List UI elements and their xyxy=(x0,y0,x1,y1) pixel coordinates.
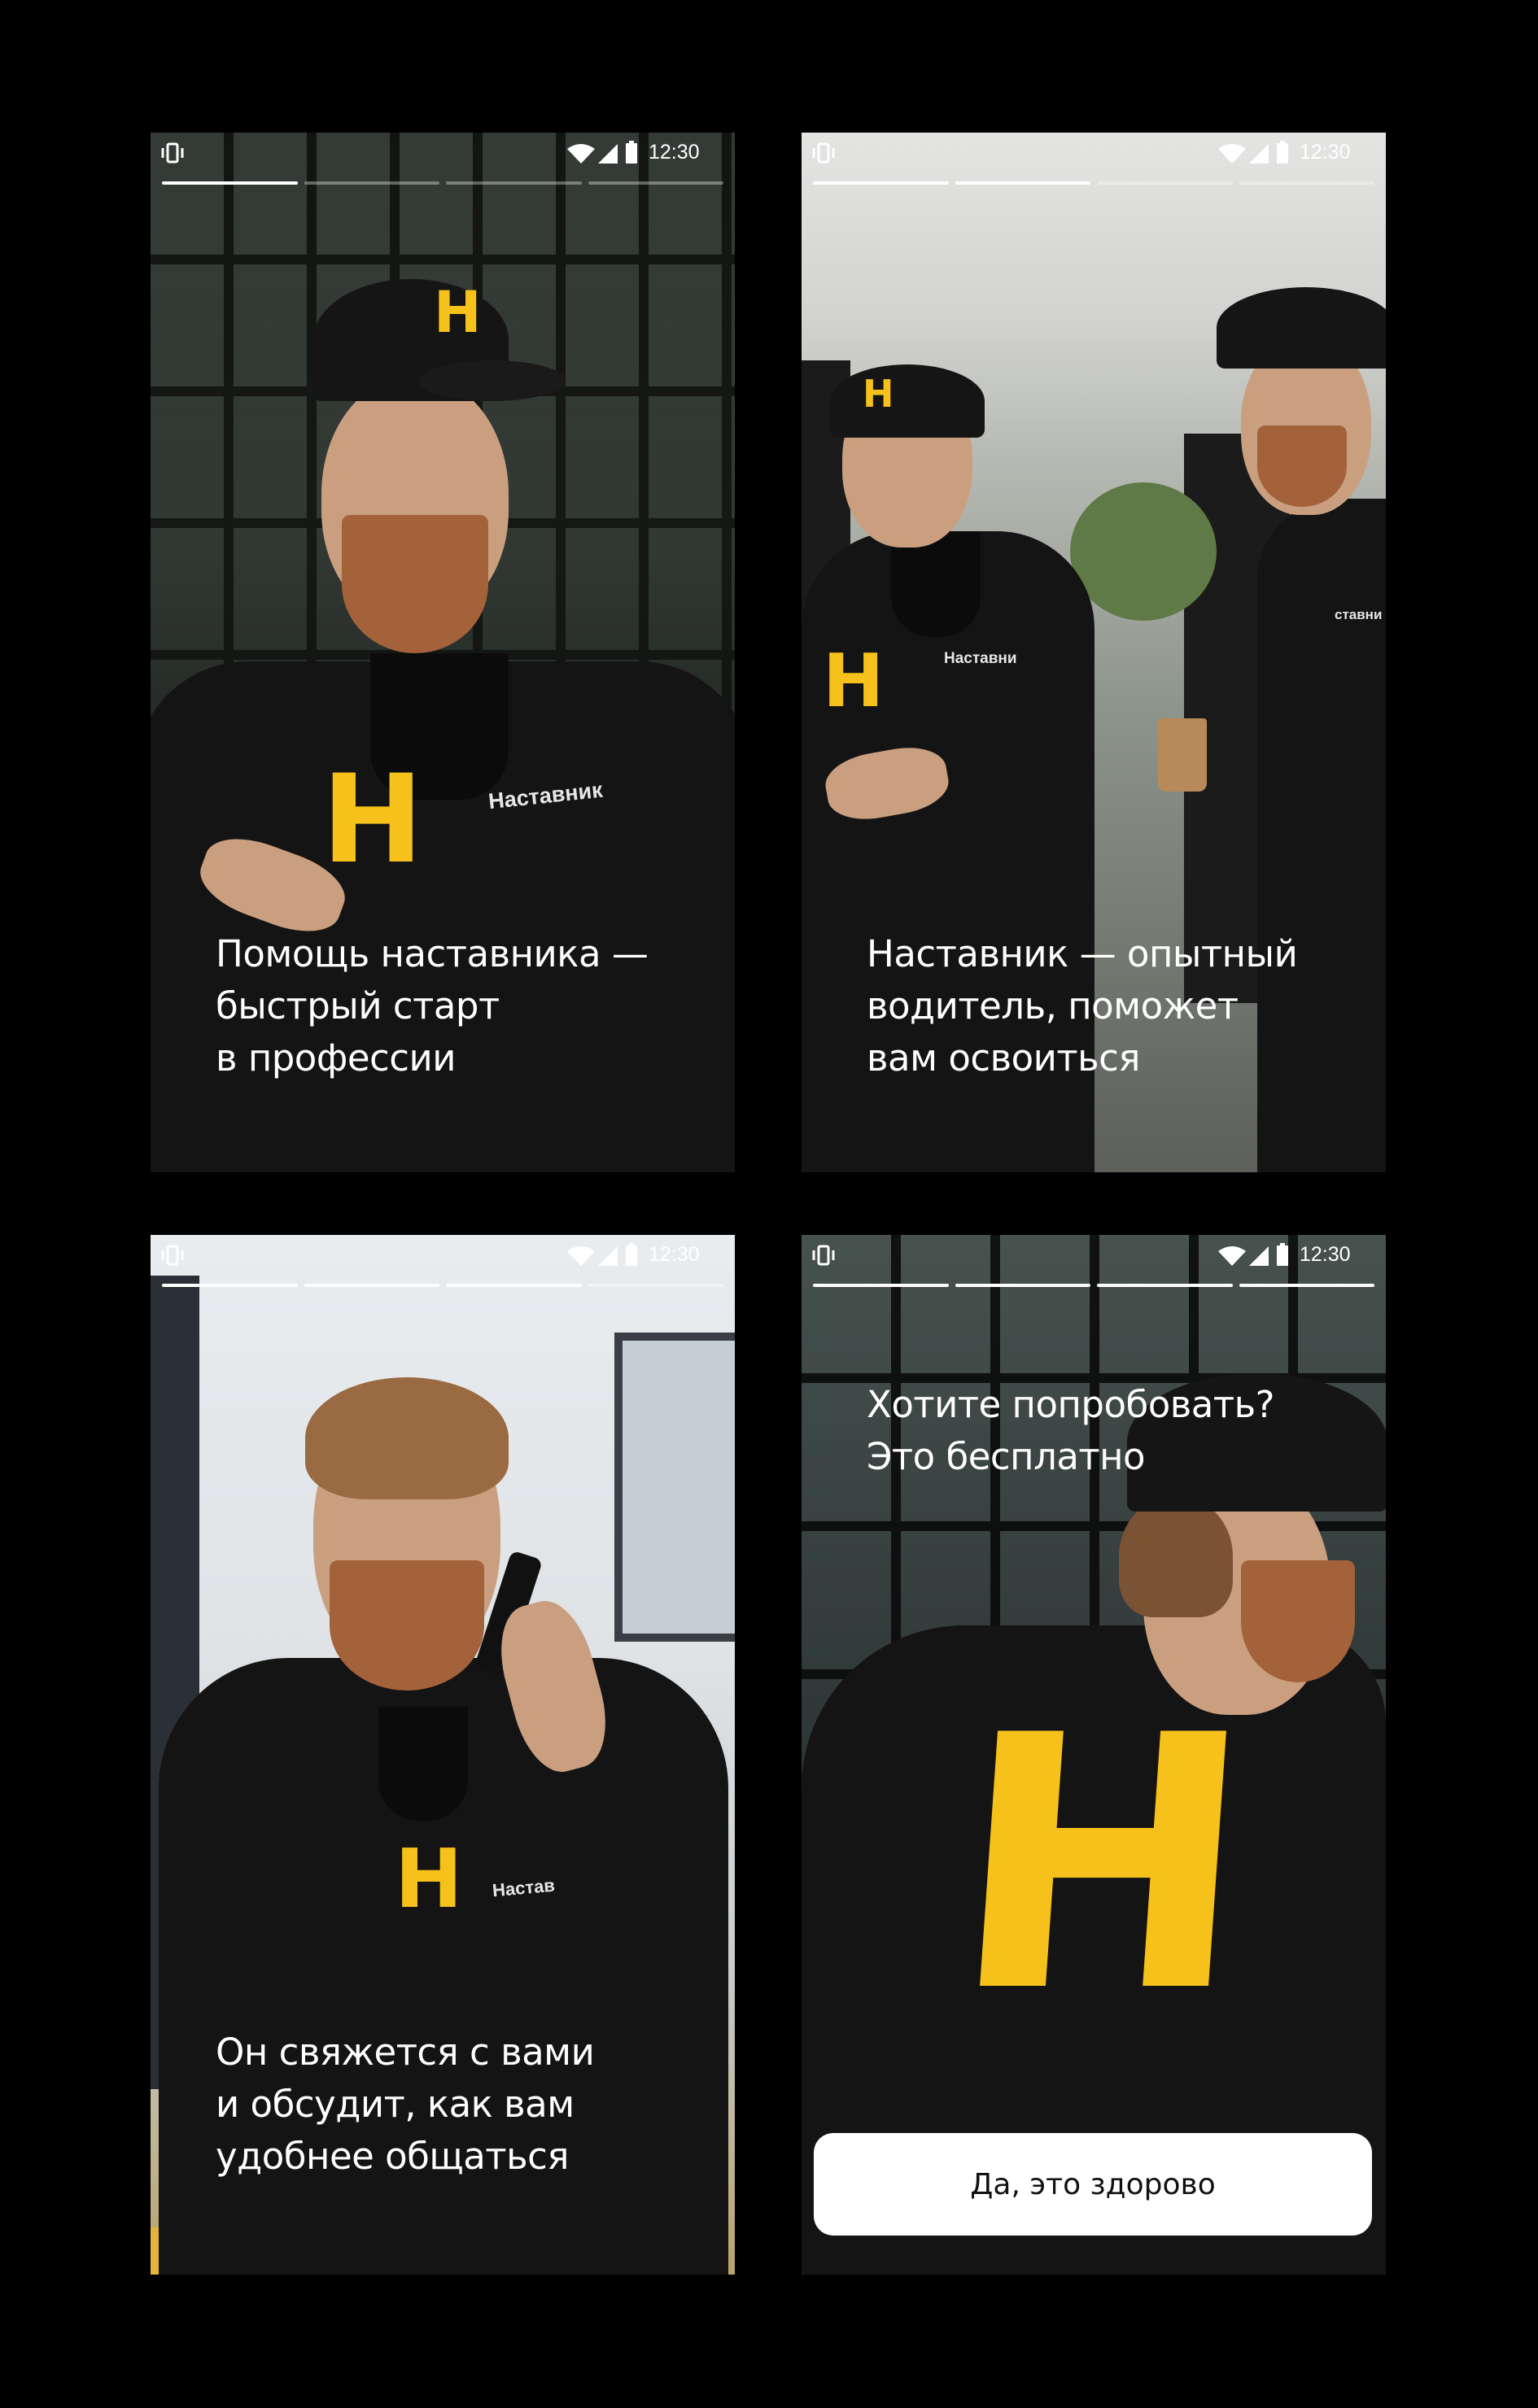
story-caption: Он свяжется с вами и обсудит, как вам уд… xyxy=(216,2031,595,2178)
jacket-logo: H xyxy=(395,1831,463,1926)
jacket-logo: H xyxy=(823,639,885,724)
battery-icon xyxy=(626,1243,637,1266)
story-screen-2[interactable]: H H Наставни ставни 12:30 Наставник — оп… xyxy=(802,133,1386,1172)
status-bar: 12:30 xyxy=(151,133,735,175)
cap-logo: H xyxy=(434,279,482,346)
status-time: 12:30 xyxy=(649,141,700,164)
progress-segment xyxy=(1239,1284,1374,1287)
vibrate-icon xyxy=(161,142,184,164)
story-progress xyxy=(813,1284,1374,1287)
story-screen-4[interactable]: H 12:30 Хотите попробовать? Это бесплатн… xyxy=(802,1235,1386,2275)
status-time: 12:30 xyxy=(1300,141,1351,164)
jacket-logo: H xyxy=(321,749,424,891)
vibrate-icon xyxy=(812,1245,835,1266)
progress-segment xyxy=(162,1284,298,1287)
story-progress xyxy=(813,181,1374,185)
vibrate-icon xyxy=(161,1245,184,1266)
progress-segment xyxy=(1097,1284,1233,1287)
signal-icon xyxy=(1249,1246,1269,1266)
story-caption: Помощь наставника — быстрый старт в проф… xyxy=(216,932,649,1080)
signal-icon xyxy=(598,1246,618,1266)
signal-icon xyxy=(1249,144,1269,164)
status-bar: 12:30 xyxy=(151,1235,735,1277)
wifi-icon xyxy=(567,144,595,164)
jacket-back-logo: H xyxy=(942,1662,1264,2069)
progress-segment xyxy=(304,181,439,185)
wifi-icon xyxy=(567,1246,595,1266)
story-progress xyxy=(162,1284,723,1287)
progress-segment xyxy=(1097,181,1233,185)
status-bar: 12:30 xyxy=(802,1235,1386,1277)
signal-icon xyxy=(598,144,618,164)
progress-segment xyxy=(813,181,949,185)
story-screen-3[interactable]: H Настав 12:30 Он свяжется с вами и обсу… xyxy=(151,1235,735,2275)
wifi-icon xyxy=(1218,1246,1246,1266)
progress-segment xyxy=(588,181,723,185)
progress-segment xyxy=(955,181,1090,185)
cap-logo: H xyxy=(863,372,894,416)
story-caption: Наставник — опытный водитель, поможет ва… xyxy=(867,932,1298,1080)
battery-icon xyxy=(1277,141,1288,164)
battery-icon xyxy=(626,141,637,164)
jacket-chest-text: Наставни xyxy=(944,650,1017,667)
status-time: 12:30 xyxy=(1300,1243,1351,1266)
progress-segment xyxy=(588,1284,723,1287)
jacket-chest-text-right: ставни xyxy=(1335,607,1383,622)
progress-segment xyxy=(1239,181,1374,185)
confirm-button[interactable]: Да, это здорово xyxy=(814,2133,1372,2236)
vibrate-icon xyxy=(812,142,835,164)
progress-segment xyxy=(813,1284,949,1287)
progress-segment xyxy=(446,181,582,185)
story-caption: Хотите попробовать? Это бесплатно xyxy=(867,1383,1275,1478)
wifi-icon xyxy=(1218,144,1246,164)
progress-segment xyxy=(162,181,298,185)
story-screen-1[interactable]: H H Наставник 12:30 Помощь наставника — … xyxy=(151,133,735,1172)
progress-segment xyxy=(446,1284,582,1287)
story-progress xyxy=(162,181,723,185)
progress-segment xyxy=(955,1284,1090,1287)
battery-icon xyxy=(1277,1243,1288,1266)
status-time: 12:30 xyxy=(649,1243,700,1266)
progress-segment xyxy=(304,1284,439,1287)
status-bar: 12:30 xyxy=(802,133,1386,175)
